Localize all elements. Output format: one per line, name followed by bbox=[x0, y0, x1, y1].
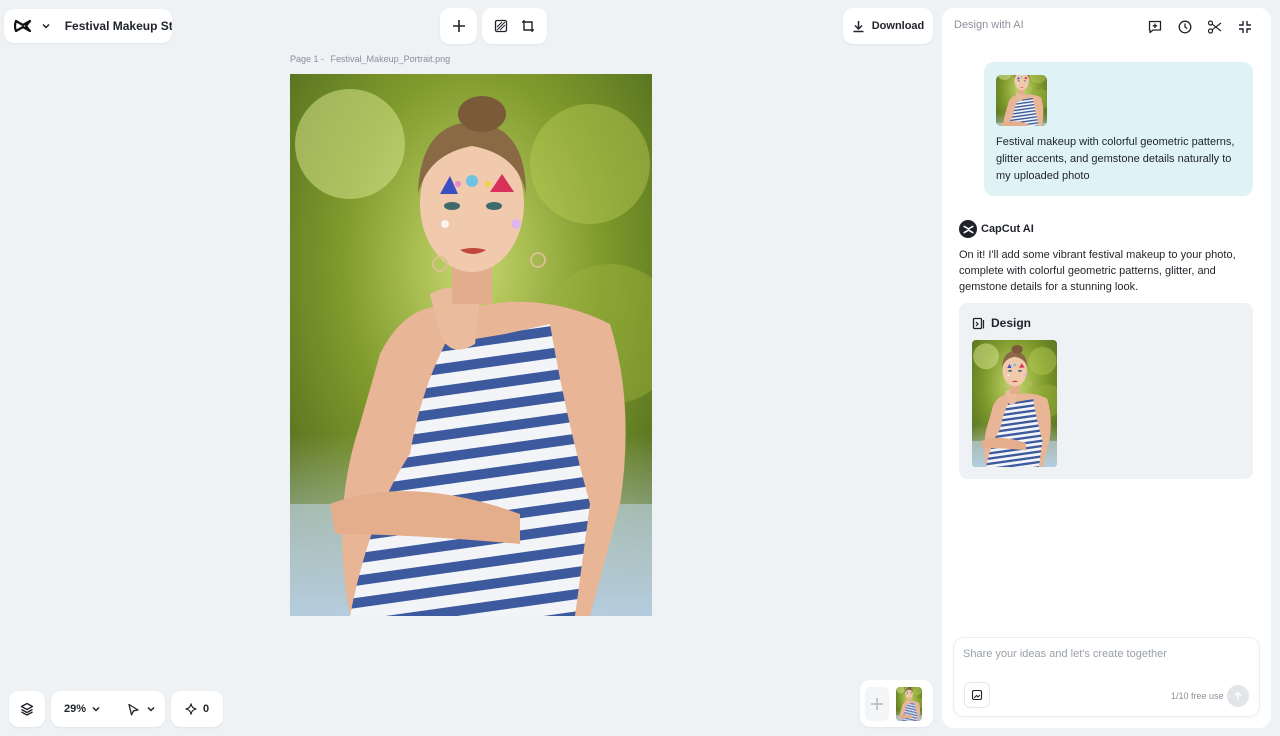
chat-input[interactable] bbox=[963, 648, 1249, 660]
pointer-icon[interactable] bbox=[127, 703, 140, 716]
design-icon bbox=[972, 317, 985, 330]
credits-count: 0 bbox=[202, 703, 210, 715]
mask-icon[interactable] bbox=[494, 19, 508, 33]
capcut-logo-icon bbox=[14, 17, 32, 35]
chevron-down-icon[interactable] bbox=[146, 704, 156, 714]
plus-icon bbox=[452, 19, 466, 33]
crop-icon[interactable] bbox=[521, 19, 535, 33]
ai-name: CapCut AI bbox=[981, 223, 1034, 235]
zoom-control[interactable]: 29% bbox=[51, 691, 165, 727]
download-icon bbox=[852, 20, 865, 33]
user-message-text: Festival makeup with colorful geometric … bbox=[996, 136, 1235, 182]
file-name: Festival_Makeup_Portrait.png bbox=[330, 54, 451, 64]
layers-button[interactable] bbox=[9, 691, 45, 727]
user-message: Festival makeup with colorful geometric … bbox=[984, 62, 1253, 196]
download-button[interactable]: Download bbox=[843, 8, 933, 44]
design-result-image[interactable] bbox=[972, 340, 1057, 467]
uploaded-image[interactable] bbox=[996, 75, 1047, 126]
layers-icon bbox=[20, 702, 34, 716]
ai-panel: Design with AI Festival makeup with colo… bbox=[942, 8, 1271, 728]
chevron-down-icon[interactable] bbox=[91, 704, 101, 714]
page-label: Page 1 - Festival_Makeup_Portrait.png bbox=[290, 54, 454, 64]
send-icon bbox=[1233, 691, 1243, 701]
ai-message-text: On it! I'll add some vibrant festival ma… bbox=[959, 249, 1236, 293]
chevron-down-icon[interactable] bbox=[40, 19, 53, 33]
page-number: Page 1 - bbox=[290, 54, 325, 64]
upload-image-button[interactable] bbox=[964, 682, 990, 708]
credits-button[interactable]: 0 bbox=[171, 691, 223, 727]
capcut-ai-avatar bbox=[959, 220, 977, 238]
project-menu[interactable]: Festival Makeup St... bbox=[4, 9, 172, 43]
panel-title: Design with AI bbox=[954, 19, 1024, 31]
share-icon[interactable] bbox=[1206, 18, 1224, 36]
send-button[interactable] bbox=[1227, 685, 1249, 707]
image-tools bbox=[482, 8, 547, 44]
ai-header: CapCut AI bbox=[959, 220, 1034, 238]
new-chat-icon[interactable] bbox=[1146, 18, 1164, 36]
history-icon[interactable] bbox=[1176, 18, 1194, 36]
add-page-button[interactable] bbox=[865, 686, 889, 721]
design-header: Design bbox=[972, 316, 1031, 330]
design-label: Design bbox=[991, 316, 1032, 330]
image-upload-icon bbox=[971, 689, 983, 701]
plus-icon bbox=[870, 697, 884, 711]
free-use-counter: 1/10 free use bbox=[1171, 691, 1224, 701]
sparkle-icon bbox=[185, 703, 197, 715]
collapse-icon[interactable] bbox=[1236, 18, 1254, 36]
design-card[interactable]: Design bbox=[959, 303, 1253, 479]
chat-composer: 1/10 free use bbox=[954, 638, 1259, 716]
page-tray bbox=[860, 680, 933, 727]
download-label: Download bbox=[871, 20, 925, 32]
canvas-image[interactable] bbox=[290, 74, 652, 616]
zoom-value[interactable]: 29% bbox=[64, 703, 86, 715]
page-thumbnail[interactable] bbox=[896, 687, 922, 721]
add-button[interactable] bbox=[440, 8, 477, 44]
project-title[interactable]: Festival Makeup St... bbox=[65, 19, 172, 33]
